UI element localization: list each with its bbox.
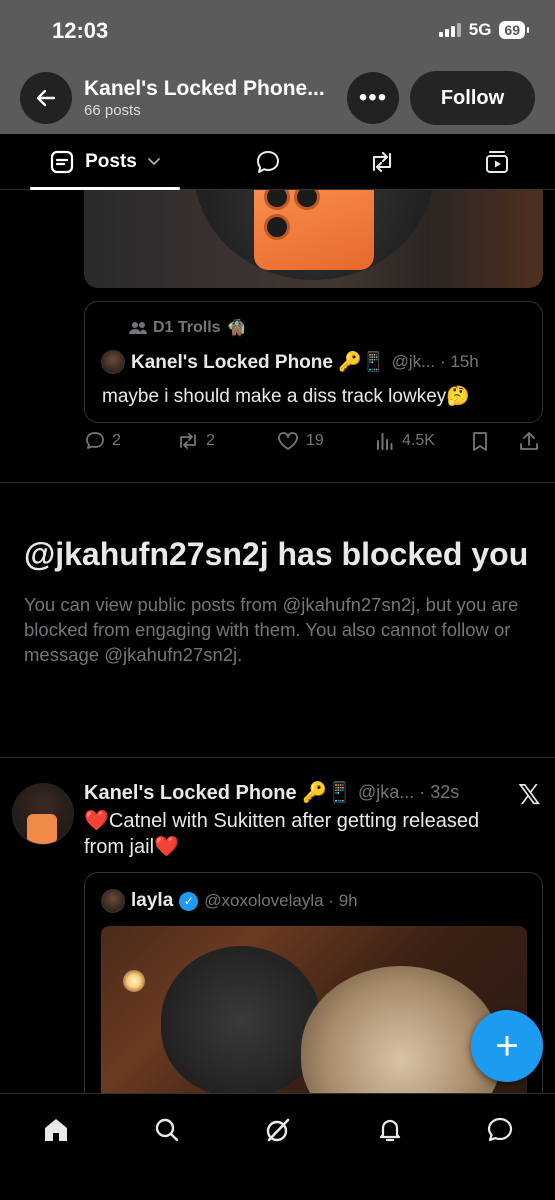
home-icon: [45, 1119, 67, 1141]
tab-replies[interactable]: [248, 134, 288, 190]
tab-posts-label: Posts: [85, 151, 137, 172]
bottom-navigation: [0, 1093, 555, 1200]
divider: [0, 482, 555, 483]
black-kitten-image: [161, 946, 321, 1093]
author-handle-time: @jk... · 15h: [391, 352, 479, 371]
divider: [0, 757, 555, 758]
lamp-light: [123, 970, 145, 992]
nav-notifications[interactable]: [370, 1110, 410, 1150]
quoted-post-author[interactable]: layla ✓ @xoxolovelayla · 9h: [101, 889, 358, 913]
tab-reposts[interactable]: [362, 134, 402, 190]
repost-count: 2: [206, 432, 215, 449]
post-count: 66 posts: [84, 102, 141, 119]
bookmark-button[interactable]: [470, 430, 490, 452]
messages-icon: [487, 1117, 513, 1142]
share-button[interactable]: [518, 430, 540, 452]
quoted-post-text: maybe i should make a diss track lowkey🤔: [102, 386, 470, 407]
replies-tab-icon: [257, 151, 279, 173]
quoted-post-image[interactable]: [101, 926, 527, 1093]
post-text: ❤️Catnel with Sukitten after getting rel…: [84, 810, 480, 858]
battery-icon: 69: [499, 21, 529, 39]
community-name: D1 Trolls: [153, 319, 221, 336]
author-name: Kanel's Locked Phone 🔑📱: [84, 782, 352, 804]
status-indicators: 5G 69: [438, 20, 529, 40]
views-count: 4.5K: [402, 432, 435, 449]
bookmark-icon: [473, 432, 487, 451]
plus-icon: +: [495, 1023, 519, 1068]
profile-header: 12:03 5G 69 Kanel's Locked Phone... 66 p…: [0, 0, 555, 134]
avatar-phone-image: [27, 814, 57, 844]
like-button[interactable]: 19: [276, 430, 324, 452]
community-label[interactable]: D1 Trolls 🧌: [129, 318, 247, 338]
signal-icon: [438, 23, 461, 37]
tab-media[interactable]: [477, 134, 517, 190]
author-handle-time: @xoxolovelayla · 9h: [204, 891, 358, 910]
like-count: 19: [306, 432, 324, 449]
verified-icon: ✓: [179, 891, 199, 911]
repost-icon: [180, 433, 196, 449]
tabby-kitten-image: [301, 966, 501, 1093]
reply-count: 2: [112, 432, 121, 449]
avatar[interactable]: [12, 783, 74, 845]
x-logo-icon: 𝕏: [518, 779, 541, 810]
post-action-bar: 2 2 19 4.5K: [84, 430, 544, 460]
reposts-tab-icon: [372, 151, 392, 173]
back-arrow-icon: [36, 89, 56, 107]
phone-image: [254, 190, 374, 270]
back-button[interactable]: [20, 72, 72, 124]
network-label: 5G: [468, 20, 492, 39]
blocked-description: You can view public posts from @jkahufn2…: [24, 594, 519, 665]
views-button[interactable]: 4.5K: [374, 430, 435, 452]
nav-home[interactable]: [36, 1110, 76, 1150]
more-button[interactable]: •••: [347, 72, 399, 124]
post-media-image[interactable]: [84, 190, 543, 288]
nav-grok[interactable]: [258, 1110, 298, 1150]
nav-messages[interactable]: [480, 1110, 520, 1150]
compose-button[interactable]: +: [471, 1010, 543, 1082]
media-tab-icon: [486, 151, 508, 173]
views-icon: [377, 433, 393, 450]
community-emoji-icon: 🧌: [226, 320, 247, 337]
follow-button[interactable]: Follow: [410, 71, 535, 125]
avatar[interactable]: [101, 889, 125, 913]
blocked-notice: @jkahufn27sn2j has blocked you You can v…: [24, 534, 534, 667]
tab-posts[interactable]: Posts: [30, 134, 180, 190]
quoted-post-author[interactable]: Kanel's Locked Phone 🔑📱 @jk... · 15h: [101, 350, 479, 374]
posts-feed: D1 Trolls 🧌 Kanel's Locked Phone 🔑📱 @jk.…: [0, 190, 555, 1093]
community-icon: [129, 322, 147, 334]
blocked-title: @jkahufn27sn2j has blocked you: [24, 536, 529, 572]
posts-tab-icon: [51, 150, 74, 174]
chevron-down-icon: [147, 158, 160, 166]
author-handle-time: @jka... · 32s: [357, 782, 460, 802]
profile-tabs: Posts: [0, 134, 555, 190]
profile-name: Kanel's Locked Phone...: [84, 77, 325, 100]
grok-icon: [266, 1118, 290, 1142]
header-title-block: Kanel's Locked Phone... 66 posts: [84, 77, 342, 119]
like-icon: [278, 432, 298, 450]
reply-icon: [86, 432, 104, 449]
search-icon: [155, 1118, 179, 1142]
notifications-icon: [379, 1119, 401, 1142]
status-time: 12:03: [52, 18, 109, 43]
post-author[interactable]: Kanel's Locked Phone 🔑📱 @jka... · 32s: [84, 780, 459, 805]
repost-button[interactable]: 2: [176, 430, 215, 452]
nav-search[interactable]: [147, 1110, 187, 1150]
avatar[interactable]: [101, 350, 125, 374]
author-name: layla: [131, 890, 174, 911]
quoted-post-card[interactable]: D1 Trolls 🧌 Kanel's Locked Phone 🔑📱 @jk.…: [84, 301, 543, 423]
reply-button[interactable]: 2: [84, 430, 121, 452]
more-icon: •••: [358, 84, 388, 111]
share-icon: [520, 432, 538, 450]
author-name: Kanel's Locked Phone 🔑📱: [131, 352, 386, 373]
